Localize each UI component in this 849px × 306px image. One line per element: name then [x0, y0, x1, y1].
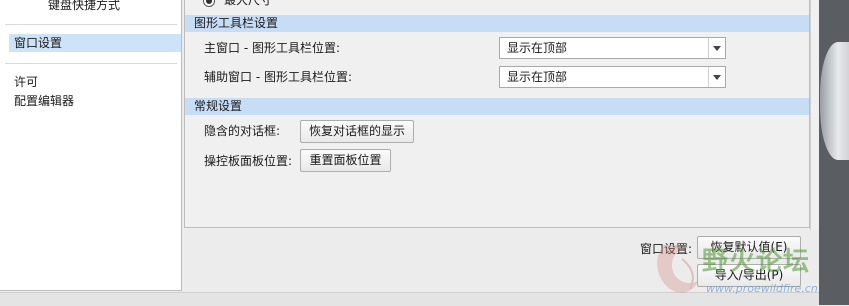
window-settings-panel: 最大尺寸 图形工具栏设置 主窗口 - 图形工具栏位置: 显示在顶部 辅助窗口 -…	[184, 0, 810, 228]
chevron-down-icon[interactable]	[708, 67, 725, 87]
chevron-down-icon[interactable]	[708, 38, 725, 58]
aux-window-toolbar-select[interactable]: 显示在顶部	[499, 66, 726, 88]
nav-item-keyboard-shortcuts[interactable]: 键盘快捷方式	[48, 0, 120, 14]
main-window-toolbar-value: 显示在顶部	[507, 41, 568, 55]
nav-item-config-editor[interactable]: 配置编辑器	[14, 92, 74, 110]
max-size-radio-label: 最大尺寸	[224, 0, 273, 7]
graphics-toolbar-section-header: 图形工具栏设置	[185, 15, 809, 32]
hidden-dialogs-label: 隐含的对话框:	[204, 124, 281, 138]
general-section-header: 常规设置	[185, 98, 809, 115]
nav-divider	[5, 24, 177, 25]
max-size-radio[interactable]	[203, 0, 215, 7]
nav-item-window-settings[interactable]: 窗口设置	[9, 34, 181, 52]
model-preview-shape	[820, 42, 849, 160]
main-window-toolbar-select[interactable]: 显示在顶部	[499, 37, 726, 59]
dashboard-position-label: 操控板面板位置:	[204, 154, 293, 168]
options-nav-pane: 键盘快捷方式 窗口设置 许可 配置编辑器	[0, 0, 182, 291]
watermark-title: 野火论坛	[702, 247, 811, 277]
aux-window-toolbar-label: 辅助窗口 - 图形工具栏位置:	[204, 70, 353, 84]
aux-window-toolbar-value: 显示在顶部	[507, 70, 568, 84]
restore-dialogs-button[interactable]: 恢复对话框的显示	[300, 120, 414, 143]
nav-item-license[interactable]: 许可	[14, 73, 38, 91]
watermark-url: www.proewildfire.cn	[706, 282, 818, 295]
nav-divider	[5, 63, 177, 64]
main-window-toolbar-label: 主窗口 - 图形工具栏位置:	[204, 41, 341, 55]
reset-panel-position-button[interactable]: 重置面板位置	[300, 149, 391, 172]
